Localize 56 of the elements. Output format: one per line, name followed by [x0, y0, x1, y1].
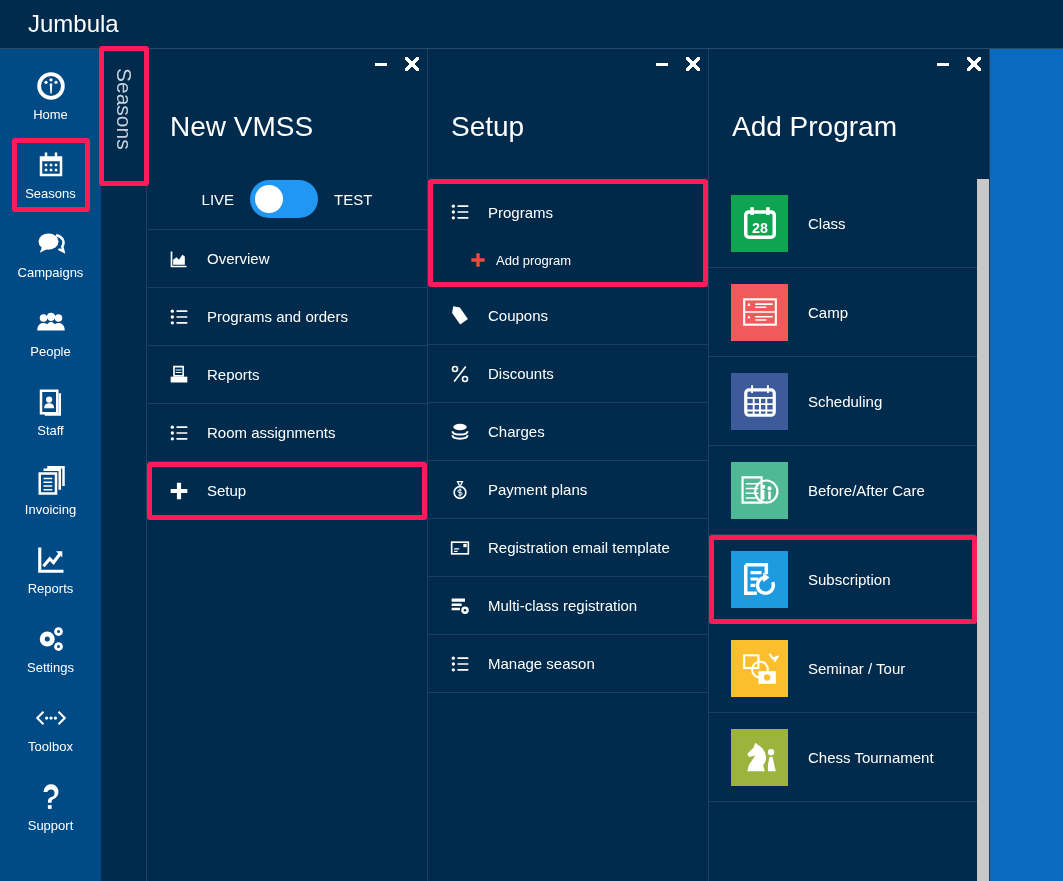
close-icon[interactable]: [686, 57, 700, 71]
breadcrumb-tab[interactable]: Seasons: [98, 46, 149, 186]
minimize-icon[interactable]: [656, 62, 668, 66]
nav-item[interactable]: Settings: [11, 612, 90, 686]
mode-switch[interactable]: [250, 180, 319, 218]
menu-item[interactable]: Payment plans: [428, 461, 708, 519]
menu-item[interactable]: Overview: [147, 230, 427, 288]
nav-item[interactable]: Toolbox: [11, 691, 90, 765]
program-type-item[interactable]: Seminar / Tour: [709, 624, 977, 713]
money-bag-icon: [450, 479, 470, 500]
printer-icon: [169, 364, 189, 385]
panel-title: Add Program: [731, 110, 898, 144]
program-type-item[interactable]: 28 Class: [709, 179, 977, 268]
nav-item[interactable]: Reports: [11, 533, 90, 607]
menu-item[interactable]: Discounts: [428, 345, 708, 403]
minimize-icon[interactable]: [937, 62, 949, 66]
program-type-item[interactable]: Scheduling: [709, 357, 977, 446]
menu-item[interactable]: Programs and orders: [147, 288, 427, 346]
menu-item[interactable]: Programs: [428, 179, 708, 245]
tag-icon: [450, 305, 470, 326]
nav-item[interactable]: People: [11, 296, 90, 370]
program-type-item[interactable]: Camp: [709, 268, 977, 357]
menu-item[interactable]: Multi-class registration: [428, 577, 708, 635]
menu-item[interactable]: Coupons: [428, 287, 708, 345]
menu-item[interactable]: Manage season: [428, 635, 708, 693]
program-type-item[interactable]: Subscription: [709, 535, 977, 624]
scrollbar[interactable]: [977, 179, 989, 881]
nav-item[interactable]: Home: [11, 59, 90, 133]
nav-item[interactable]: Campaigns: [11, 217, 90, 291]
plus-icon: [470, 252, 486, 268]
panel-title: New VMSS: [169, 110, 315, 144]
nav-item[interactable]: Support: [11, 770, 90, 844]
program-type-item[interactable]: Before/After Care: [709, 446, 977, 535]
nav-item[interactable]: Seasons: [11, 138, 90, 212]
toggle-label: LIVE: [201, 190, 235, 208]
calendar-icon: 28: [731, 194, 788, 252]
toggle-label: TEST: [334, 190, 373, 208]
plus-icon: [169, 480, 189, 501]
nav-item[interactable]: Invoicing: [11, 454, 90, 528]
close-icon[interactable]: [967, 57, 981, 71]
add-program-link[interactable]: Add program: [428, 245, 708, 275]
minimize-icon[interactable]: [375, 62, 387, 66]
list-icon: [450, 202, 470, 222]
gauge-icon: [35, 70, 66, 101]
coins-icon: [450, 421, 470, 442]
program-type-item[interactable]: Chess Tournament: [709, 713, 977, 802]
menu-item[interactable]: Reports: [147, 346, 427, 404]
nav-item[interactable]: Staff: [11, 375, 90, 449]
close-icon[interactable]: [405, 57, 419, 71]
menu-item[interactable]: Room assignments: [147, 404, 427, 462]
panel-title: Setup: [450, 110, 526, 144]
percent-icon: [450, 363, 470, 384]
menu-item[interactable]: Charges: [428, 403, 708, 461]
app-title: Jumbula: [28, 10, 119, 38]
menu-item[interactable]: Setup: [147, 462, 427, 520]
menu-item[interactable]: Registration email template: [428, 519, 708, 577]
